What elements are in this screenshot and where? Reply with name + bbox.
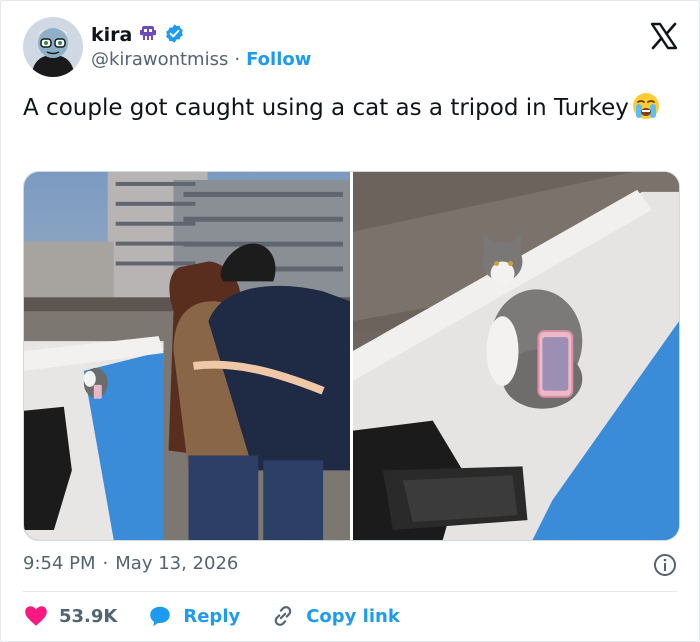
avatar[interactable]: [23, 17, 83, 77]
timestamp[interactable]: 9:54 PM · May 13, 2026: [23, 553, 238, 574]
display-name[interactable]: kira: [91, 24, 132, 46]
reply-bubble-icon: [150, 606, 171, 627]
media-grid: [23, 171, 680, 541]
like-button[interactable]: 53.9K: [23, 603, 117, 629]
timestamp-separator: ·: [102, 553, 109, 574]
link-icon: [274, 606, 292, 626]
tweet-header: kira @kirawontmiss · Follow: [23, 15, 681, 79]
separator-dot: ·: [234, 49, 241, 70]
handle-row: @kirawontmiss · Follow: [91, 49, 311, 70]
info-icon[interactable]: [653, 553, 677, 577]
user-names: kira @kirawontmiss · Follow: [91, 23, 311, 70]
user-handle[interactable]: @kirawontmiss: [91, 49, 228, 70]
copy-link-button[interactable]: Copy link: [270, 603, 400, 629]
tweet-date: May 13, 2026: [115, 553, 239, 574]
photo-cat-tripod[interactable]: [353, 172, 679, 540]
reply-label: Reply: [183, 605, 241, 627]
x-logo-icon[interactable]: [649, 21, 679, 51]
tweet-card: kira @kirawontmiss · Follow A couple got…: [0, 0, 700, 642]
crying-face-emoji: [631, 91, 661, 121]
copy-link-label: Copy link: [306, 605, 400, 627]
action-bar: 53.9K Reply Copy link: [23, 601, 430, 631]
photo-couple[interactable]: [24, 172, 350, 540]
divider: [23, 591, 677, 592]
heart-icon: [25, 606, 47, 626]
like-count: 53.9K: [59, 605, 118, 627]
reply-button[interactable]: Reply: [147, 603, 240, 629]
tweet-body: A couple got caught using a cat as a tri…: [23, 95, 629, 121]
verified-badge-icon[interactable]: [164, 23, 185, 48]
alien-monster-emoji: [138, 23, 158, 47]
display-name-row: kira: [91, 23, 311, 47]
follow-button[interactable]: Follow: [246, 49, 311, 70]
tweet-text: A couple got caught using a cat as a tri…: [23, 91, 663, 124]
tweet-time: 9:54 PM: [23, 553, 96, 574]
